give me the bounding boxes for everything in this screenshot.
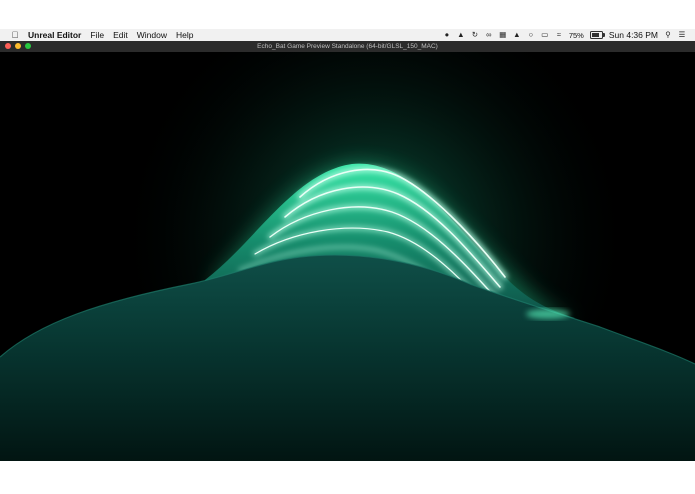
game-scene — [0, 52, 695, 461]
battery-icon[interactable] — [589, 31, 605, 39]
menu-help[interactable]: Help — [176, 30, 193, 40]
spotlight-search-icon[interactable]: ⚲ — [664, 31, 672, 39]
game-viewport[interactable] — [0, 52, 695, 461]
menu-window[interactable]: Window — [137, 30, 167, 40]
minimize-window-button[interactable] — [15, 43, 21, 49]
base-sparkle — [526, 309, 570, 319]
apple-logo-icon[interactable]:  — [10, 30, 20, 40]
book-icon[interactable]: ▦ — [499, 31, 507, 39]
zoom-window-button[interactable] — [25, 43, 31, 49]
window-title-bar[interactable]: Echo_Bat Game Preview Standalone (64-bit… — [0, 41, 695, 52]
skype-icon[interactable]: ● — [443, 31, 451, 39]
menu-edit[interactable]: Edit — [113, 30, 128, 40]
battery-percent: 75% — [568, 30, 584, 40]
menu-app-name[interactable]: Unreal Editor — [28, 30, 81, 40]
sync-icon[interactable]: ↻ — [471, 31, 479, 39]
status-area: ● ▲ ↻ ∞ ▦ ▲ ○ ▭ ≈ 75% Sun 4:36 PM ⚲ ☰ — [443, 30, 695, 40]
google-drive-icon[interactable]: ▲ — [457, 31, 465, 39]
battery-fill — [591, 33, 599, 37]
glasses-icon[interactable]: ∞ — [485, 31, 493, 39]
wifi-icon[interactable]: ≈ — [555, 31, 563, 39]
notification-center-icon[interactable]: ☰ — [678, 31, 686, 39]
hat-icon[interactable]: ▲ — [513, 31, 521, 39]
menu-file[interactable]: File — [90, 30, 104, 40]
macos-menu-bar:  Unreal Editor File Edit Window Help ● … — [0, 29, 695, 41]
menu-clock[interactable]: Sun 4:36 PM — [609, 30, 658, 40]
airplay-icon[interactable]: ▭ — [541, 31, 549, 39]
close-window-button[interactable] — [5, 43, 11, 49]
hand-icon[interactable]: ○ — [527, 31, 535, 39]
window-controls — [5, 43, 31, 49]
window-title: Echo_Bat Game Preview Standalone (64-bit… — [257, 43, 438, 50]
